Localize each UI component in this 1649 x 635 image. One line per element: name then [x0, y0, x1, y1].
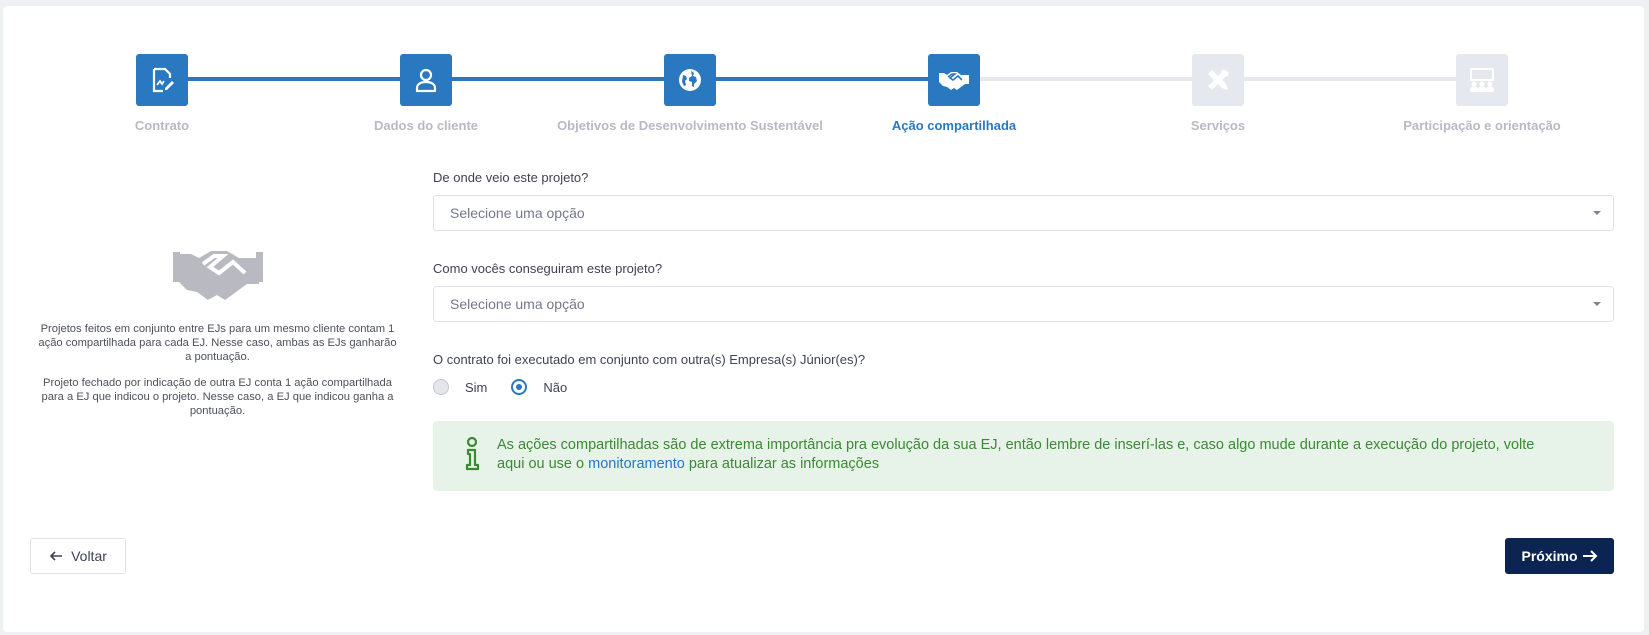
handshake-icon: [928, 54, 980, 106]
step-label: Objetivos de Desenvolvimento Sustentável: [557, 118, 823, 133]
contract-icon: [136, 54, 188, 106]
field-how: Como vocês conseguiram este projeto? Sel…: [433, 261, 1614, 322]
field-label: O contrato foi executado em conjunto com…: [433, 352, 866, 367]
people-icon: [1456, 54, 1508, 106]
step-contrato[interactable]: Contrato: [27, 54, 297, 133]
step-dados-do-cliente[interactable]: Dados do cliente: [291, 54, 561, 133]
field-label: De onde veio este projeto?: [433, 170, 589, 185]
caret-down-icon: [1593, 302, 1601, 306]
stepper: Contrato Dados do cliente Objetivos de D…: [0, 0, 1649, 140]
info-text-joint: Projetos feitos em conjunto entre EJs pa…: [38, 323, 397, 363]
origin-select[interactable]: Selecione uma opção: [433, 195, 1614, 231]
radio-group: Sim Não: [433, 377, 1614, 397]
select-placeholder: Selecione uma opção: [450, 205, 585, 221]
step-acao-compartilhada[interactable]: Ação compartilhada: [819, 54, 1089, 133]
radio-label-sim[interactable]: Sim: [465, 380, 487, 395]
info-icon: [463, 436, 481, 471]
info-text-referral: Projeto fechado por indicação de outra E…: [41, 377, 394, 417]
field-joint-execution: O contrato foi executado em conjunto com…: [433, 352, 1614, 397]
info-alert: As ações compartilhadas são de extrema i…: [433, 421, 1614, 491]
step-label: Participação e orientação: [1403, 118, 1561, 133]
step-ods[interactable]: Objetivos de Desenvolvimento Sustentável: [555, 54, 825, 133]
step-label: Ação compartilhada: [891, 118, 1017, 133]
shared-action-form: De onde veio este projeto? Selecione uma…: [433, 170, 1614, 491]
user-icon: [400, 54, 452, 106]
step-label: Dados do cliente: [373, 118, 479, 133]
tools-icon: [1192, 54, 1244, 106]
field-origin: De onde veio este projeto? Selecione uma…: [433, 170, 1614, 231]
globe-icon: [664, 54, 716, 106]
caret-down-icon: [1593, 211, 1601, 215]
select-placeholder: Selecione uma opção: [450, 296, 585, 312]
how-select[interactable]: Selecione uma opção: [433, 286, 1614, 322]
radio-nao[interactable]: [511, 379, 528, 395]
field-label: Como vocês conseguiram este projeto?: [433, 261, 663, 276]
handshake-icon: [172, 240, 263, 300]
arrow-right-icon: [1582, 550, 1597, 562]
back-button[interactable]: Voltar: [30, 538, 126, 574]
radio-sim[interactable]: [433, 379, 449, 395]
next-button[interactable]: Próximo: [1505, 538, 1614, 574]
next-button-label: Próximo: [1521, 548, 1578, 564]
info-panel: Projetos feitos em conjunto entre EJs pa…: [30, 240, 405, 418]
step-label: Serviços: [1190, 118, 1246, 133]
step-servicos[interactable]: Serviços: [1083, 54, 1353, 133]
arrow-left-icon: [49, 551, 63, 561]
radio-label-nao[interactable]: Não: [543, 380, 567, 395]
step-participacao-e-orientacao[interactable]: Participação e orientação: [1347, 54, 1617, 133]
step-label: Contrato: [134, 118, 190, 133]
alert-message: As ações compartilhadas são de extrema i…: [497, 436, 1554, 474]
alert-text-after: para atualizar as informações: [688, 456, 880, 472]
monitoring-link[interactable]: monitoramento: [588, 456, 685, 472]
back-button-label: Voltar: [71, 548, 107, 564]
